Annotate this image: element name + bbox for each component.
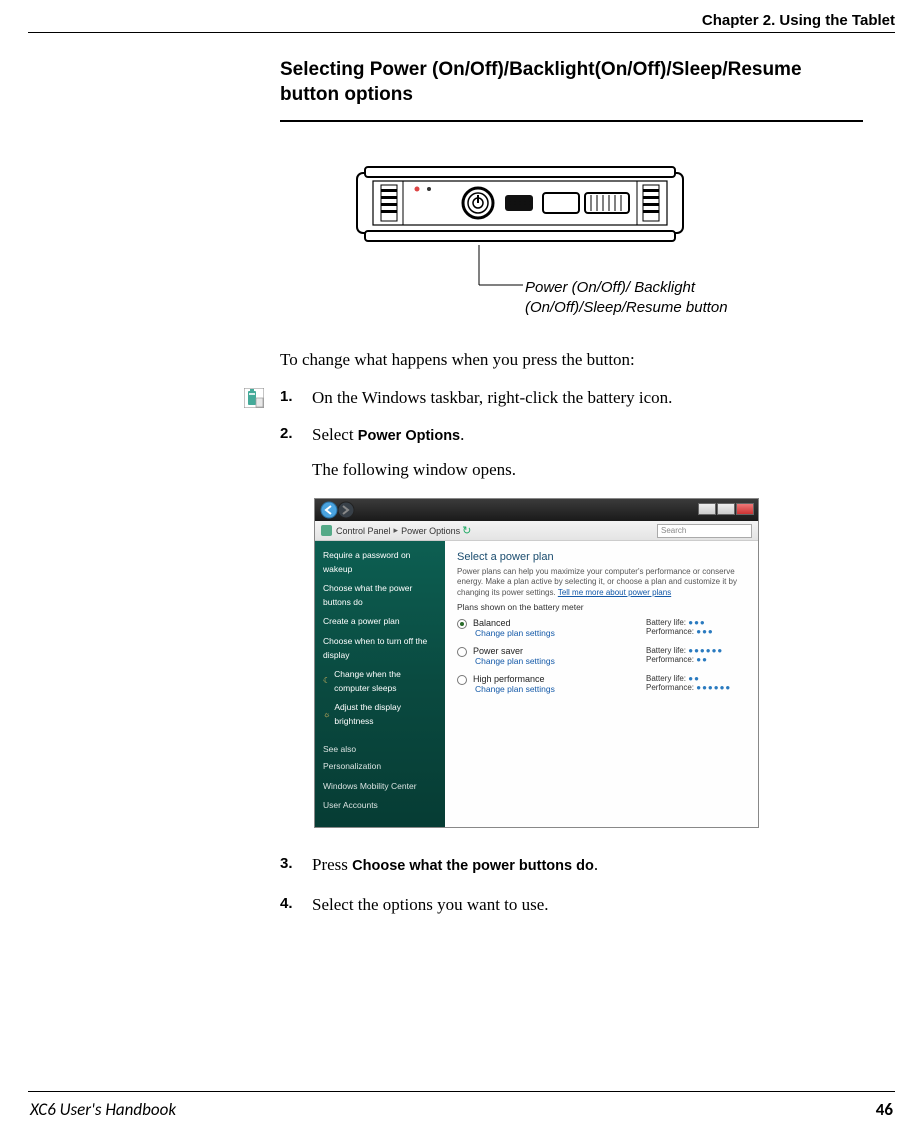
step-pre: Press (312, 855, 352, 874)
see-also-link[interactable]: Windows Mobility Center (323, 780, 437, 794)
main-panel: Select a power plan Power plans can help… (445, 541, 758, 827)
plan-radio[interactable] (457, 619, 467, 629)
perf-label: Performance: (646, 627, 694, 636)
moon-icon: ☾ (323, 675, 330, 688)
battery-label: Battery life: (646, 618, 686, 627)
step-post: . (460, 425, 464, 444)
window-controls[interactable] (698, 503, 754, 515)
see-also-link[interactable]: Personalization (323, 760, 437, 774)
battery-dots: ●●●●●● (688, 646, 723, 655)
intro-text: To change what happens when you press th… (280, 350, 635, 370)
plan-radio[interactable] (457, 647, 467, 657)
search-input[interactable]: Search (657, 524, 752, 538)
sidebar-link[interactable]: Choose when to turn off the display (323, 635, 437, 662)
window-titlebar (315, 499, 758, 521)
address-bar[interactable]: Control Panel ▸ Power Options ↻ Search (315, 521, 758, 541)
step-text: Select Power Options. (312, 425, 859, 445)
device-rear-illustration (355, 165, 685, 245)
section-rule (280, 120, 863, 122)
step-number: 4. (280, 895, 308, 912)
section-heading: Selecting Power (On/Off)/Backlight(On/Of… (280, 58, 859, 107)
header-rule (28, 32, 895, 33)
power-options-screenshot: Control Panel ▸ Power Options ↻ Search R… (314, 498, 759, 828)
minimize-button[interactable] (698, 503, 716, 515)
callout-label: Power (On/Off)/ Backlight (On/Off)/Sleep… (525, 278, 843, 317)
brightness-icon: ☼ (323, 709, 330, 722)
step-pre: Select (312, 425, 358, 444)
panel-heading: Select a power plan (457, 551, 746, 563)
step-text: Select the options you want to use. (312, 895, 859, 915)
sidebar-link-label: Change when the computer sleeps (334, 668, 437, 695)
change-plan-link[interactable]: Change plan settings (475, 628, 646, 638)
control-panel-icon (321, 525, 332, 536)
footer-rule (28, 1091, 895, 1092)
learn-more-link[interactable]: Tell me more about power plans (558, 588, 671, 597)
plan-name: Balanced (473, 618, 646, 628)
step-text: On the Windows taskbar, right-click the … (312, 388, 859, 408)
panel-description: Power plans can help you maximize your c… (457, 567, 746, 598)
step-number: 1. (280, 388, 308, 405)
battery-dots: ●●● (688, 618, 706, 627)
perf-label: Performance: (646, 655, 694, 664)
callout-line (478, 245, 528, 292)
battery-tray-icon (244, 388, 264, 408)
maximize-button[interactable] (717, 503, 735, 515)
ui-label: Choose what the power buttons do (352, 858, 594, 874)
plan-name: High performance (473, 674, 646, 684)
change-plan-link[interactable]: Change plan settings (475, 656, 646, 666)
sidebar-link[interactable]: Require a password on wakeup (323, 549, 437, 576)
close-button[interactable] (736, 503, 754, 515)
tasks-sidebar: Require a password on wakeup Choose what… (315, 541, 445, 827)
search-placeholder: Search (661, 526, 686, 535)
step-number: 2. (280, 425, 308, 442)
step-post: . (594, 855, 598, 874)
sidebar-link[interactable]: ☾ Change when the computer sleeps (323, 668, 437, 695)
ui-label: Power Options (358, 428, 460, 444)
see-also-link[interactable]: User Accounts (323, 799, 437, 813)
sidebar-link[interactable]: ☼ Adjust the display brightness (323, 701, 437, 728)
nav-back-forward[interactable] (320, 501, 356, 521)
breadcrumb-root[interactable]: Control Panel (336, 526, 391, 536)
step-1: 1. On the Windows taskbar, right-click t… (280, 388, 859, 408)
step-text: Press Choose what the power buttons do. (312, 855, 859, 875)
refresh-icon[interactable]: ↻ (462, 524, 471, 537)
plan-name: Power saver (473, 646, 646, 656)
see-also-heading: See also (323, 743, 437, 757)
running-header: Chapter 2. Using the Tablet (702, 12, 895, 29)
step-number: 3. (280, 855, 308, 872)
sidebar-link[interactable]: Create a power plan (323, 615, 437, 629)
change-plan-link[interactable]: Change plan settings (475, 684, 646, 694)
plan-radio[interactable] (457, 675, 467, 685)
perf-dots: ●●● (696, 627, 714, 636)
footer-page-number: 46 (876, 1099, 893, 1120)
step-4: 4. Select the options you want to use. (280, 895, 859, 915)
plan-row-highperf: High performance Change plan settings Ba… (457, 674, 746, 694)
breadcrumb-sep: ▸ (394, 525, 399, 536)
footer-book-title: XC6 User's Handbook (30, 1099, 176, 1120)
plan-row-balanced: Balanced Change plan settings Battery li… (457, 618, 746, 638)
perf-dots: ●● (696, 655, 708, 664)
battery-label: Battery life: (646, 646, 686, 655)
step-3: 3. Press Choose what the power buttons d… (280, 855, 859, 875)
plan-group-heading: Plans shown on the battery meter (457, 602, 746, 612)
step-2-follow: The following window opens. (312, 460, 516, 480)
sidebar-link[interactable]: Choose what the power buttons do (323, 582, 437, 609)
sidebar-link-label: Adjust the display brightness (334, 701, 437, 728)
perf-label: Performance: (646, 683, 694, 692)
battery-label: Battery life: (646, 674, 686, 683)
battery-dots: ●● (688, 674, 700, 683)
perf-dots: ●●●●●● (696, 683, 731, 692)
breadcrumb-leaf[interactable]: Power Options (401, 526, 460, 536)
step-2: 2. Select Power Options. (280, 425, 859, 445)
plan-row-powersaver: Power saver Change plan settings Battery… (457, 646, 746, 666)
